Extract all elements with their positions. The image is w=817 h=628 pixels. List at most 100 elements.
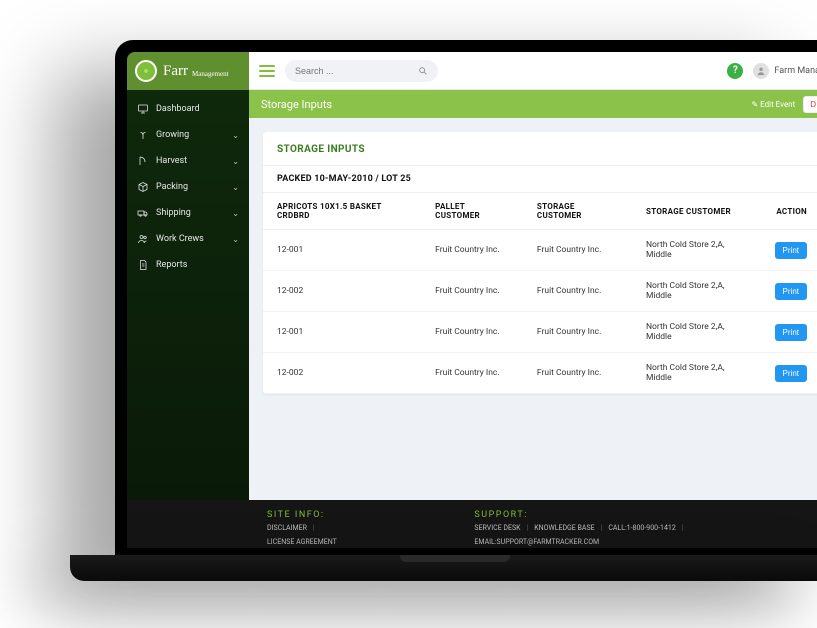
print-button[interactable]: Print [775, 324, 807, 341]
page-header: Storage Inputs Edit Event D [249, 90, 817, 118]
cell-action: Print [761, 271, 817, 312]
footer-link[interactable]: DISCLAIMER [267, 524, 307, 532]
cell-storage2: North Cold Store 2,A, Middle [632, 271, 761, 312]
cell-storage1: Fruit Country Inc. [523, 230, 632, 271]
col-action: ACTION [761, 193, 817, 230]
separator: | [527, 524, 529, 532]
brand-name: Farr [163, 63, 188, 80]
sidebar-item-packing[interactable]: Packing ⌄ [127, 174, 249, 200]
sidebar-item-label: Shipping [156, 208, 191, 218]
edit-event-link[interactable]: Edit Event [751, 100, 795, 109]
footer-site-title: SITE INFO: [267, 510, 354, 520]
cell-code: 12-001 [263, 312, 421, 353]
sidebar-item-reports[interactable]: Reports [127, 252, 249, 278]
sidebar-item-work-crews[interactable]: Work Crews ⌄ [127, 226, 249, 252]
footer: SITE INFO: DISCLAIMER|LICENSE AGREEMENT … [127, 500, 817, 548]
footer-link[interactable]: LICENSE AGREEMENT [267, 538, 337, 546]
sidebar-item-harvest[interactable]: Harvest ⌄ [127, 148, 249, 174]
footer-link[interactable]: CALL:1-800-900-1412 [608, 524, 675, 532]
table-row: 12-001Fruit Country Inc.Fruit Country In… [263, 312, 817, 353]
sidebar-item-dashboard[interactable]: Dashboard [127, 96, 249, 122]
search-input[interactable] [295, 66, 412, 76]
main-area: ? Farm Manag Storage Inputs Edit Event D… [249, 52, 817, 500]
cell-pallet: Fruit Country Inc. [421, 230, 523, 271]
print-button[interactable]: Print [775, 283, 807, 300]
cell-action: Print [761, 230, 817, 271]
cell-storage2: North Cold Store 2,A, Middle [632, 353, 761, 394]
user-avatar-icon [753, 63, 769, 79]
user-label: Farm Manag [774, 66, 817, 76]
box-icon [137, 181, 149, 193]
sidebar-item-label: Work Crews [156, 234, 204, 244]
cell-pallet: Fruit Country Inc. [421, 312, 523, 353]
laptop-base [70, 555, 817, 581]
brand-logo-icon [135, 60, 157, 82]
footer-link[interactable]: SERVICE DESK [474, 524, 520, 532]
cell-storage1: Fruit Country Inc. [523, 312, 632, 353]
table-row: 12-001Fruit Country Inc.Fruit Country In… [263, 230, 817, 271]
chevron-down-icon: ⌄ [232, 235, 239, 244]
topbar: ? Farm Manag [249, 52, 817, 90]
sidebar: Farr Management Dashboard Growing ⌄ [127, 52, 249, 500]
brand-subtitle: Management [192, 70, 229, 78]
menu-toggle-button[interactable] [259, 65, 275, 77]
sidebar-item-label: Harvest [156, 156, 187, 166]
search-icon [418, 61, 428, 80]
print-button[interactable]: Print [775, 365, 807, 382]
col-pallet-customer: PALLET CUSTOMER [421, 193, 523, 230]
separator: | [313, 524, 315, 532]
cell-pallet: Fruit Country Inc. [421, 353, 523, 394]
col-storage-customer-1: STORAGE CUSTOMER [523, 193, 632, 230]
storage-inputs-table: APRICOTS 10X1.5 BASKET CRDBRD PALLET CUS… [263, 193, 817, 394]
col-product: APRICOTS 10X1.5 BASKET CRDBRD [263, 193, 421, 230]
sidebar-item-label: Dashboard [156, 104, 200, 114]
people-icon [137, 233, 149, 245]
chevron-down-icon: ⌄ [232, 157, 239, 166]
cell-code: 12-002 [263, 271, 421, 312]
help-button[interactable]: ? [727, 63, 743, 79]
lot-header: PACKED 10-MAY-2010 / LOT 25 [263, 165, 817, 193]
separator: | [601, 524, 603, 532]
footer-support: SUPPORT: SERVICE DESK | KNOWLEDGE BASE | CAL… [474, 510, 715, 540]
truck-icon [137, 207, 149, 219]
separator: | [682, 524, 684, 532]
cell-storage2: North Cold Store 2,A, Middle [632, 312, 761, 353]
content-area: STORAGE INPUTS PACKED 10-MAY-2010 / LOT … [249, 118, 817, 500]
sprout-icon [137, 129, 149, 141]
monitor-icon [137, 103, 149, 115]
sidebar-item-label: Reports [156, 260, 187, 270]
storage-inputs-card: STORAGE INPUTS PACKED 10-MAY-2010 / LOT … [263, 132, 817, 394]
cell-code: 12-001 [263, 230, 421, 271]
sidebar-nav: Dashboard Growing ⌄ Harvest ⌄ Packi [127, 90, 249, 500]
cell-action: Print [761, 353, 817, 394]
cell-pallet: Fruit Country Inc. [421, 271, 523, 312]
print-button[interactable]: Print [775, 242, 807, 259]
brand-header: Farr Management [127, 52, 249, 90]
delete-button[interactable]: D [803, 96, 817, 113]
page-title: Storage Inputs [261, 98, 751, 111]
table-row: 12-002Fruit Country Inc.Fruit Country In… [263, 353, 817, 394]
sidebar-item-shipping[interactable]: Shipping ⌄ [127, 200, 249, 226]
footer-link[interactable]: EMAIL:SUPPORT@FARMTRACKER.COM [474, 538, 599, 546]
chevron-down-icon: ⌄ [232, 183, 239, 192]
chevron-down-icon: ⌄ [232, 131, 239, 140]
footer-link[interactable]: KNOWLEDGE BASE [534, 524, 594, 532]
table-header-row: APRICOTS 10X1.5 BASKET CRDBRD PALLET CUS… [263, 193, 817, 230]
doc-icon [137, 259, 149, 271]
sidebar-item-label: Growing [156, 130, 189, 140]
user-menu[interactable]: Farm Manag [753, 63, 817, 79]
footer-site-info: SITE INFO: DISCLAIMER|LICENSE AGREEMENT [267, 510, 354, 540]
cell-storage1: Fruit Country Inc. [523, 271, 632, 312]
search-box[interactable] [285, 60, 438, 82]
footer-support-title: SUPPORT: [474, 510, 715, 520]
cell-code: 12-002 [263, 353, 421, 394]
cell-storage2: North Cold Store 2,A, Middle [632, 230, 761, 271]
chevron-down-icon: ⌄ [232, 209, 239, 218]
table-row: 12-002Fruit Country Inc.Fruit Country In… [263, 271, 817, 312]
scythe-icon [137, 155, 149, 167]
sidebar-item-growing[interactable]: Growing ⌄ [127, 122, 249, 148]
col-storage-customer-2: STORAGE CUSTOMER [632, 193, 761, 230]
cell-action: Print [761, 312, 817, 353]
sidebar-item-label: Packing [156, 182, 188, 192]
cell-storage1: Fruit Country Inc. [523, 353, 632, 394]
